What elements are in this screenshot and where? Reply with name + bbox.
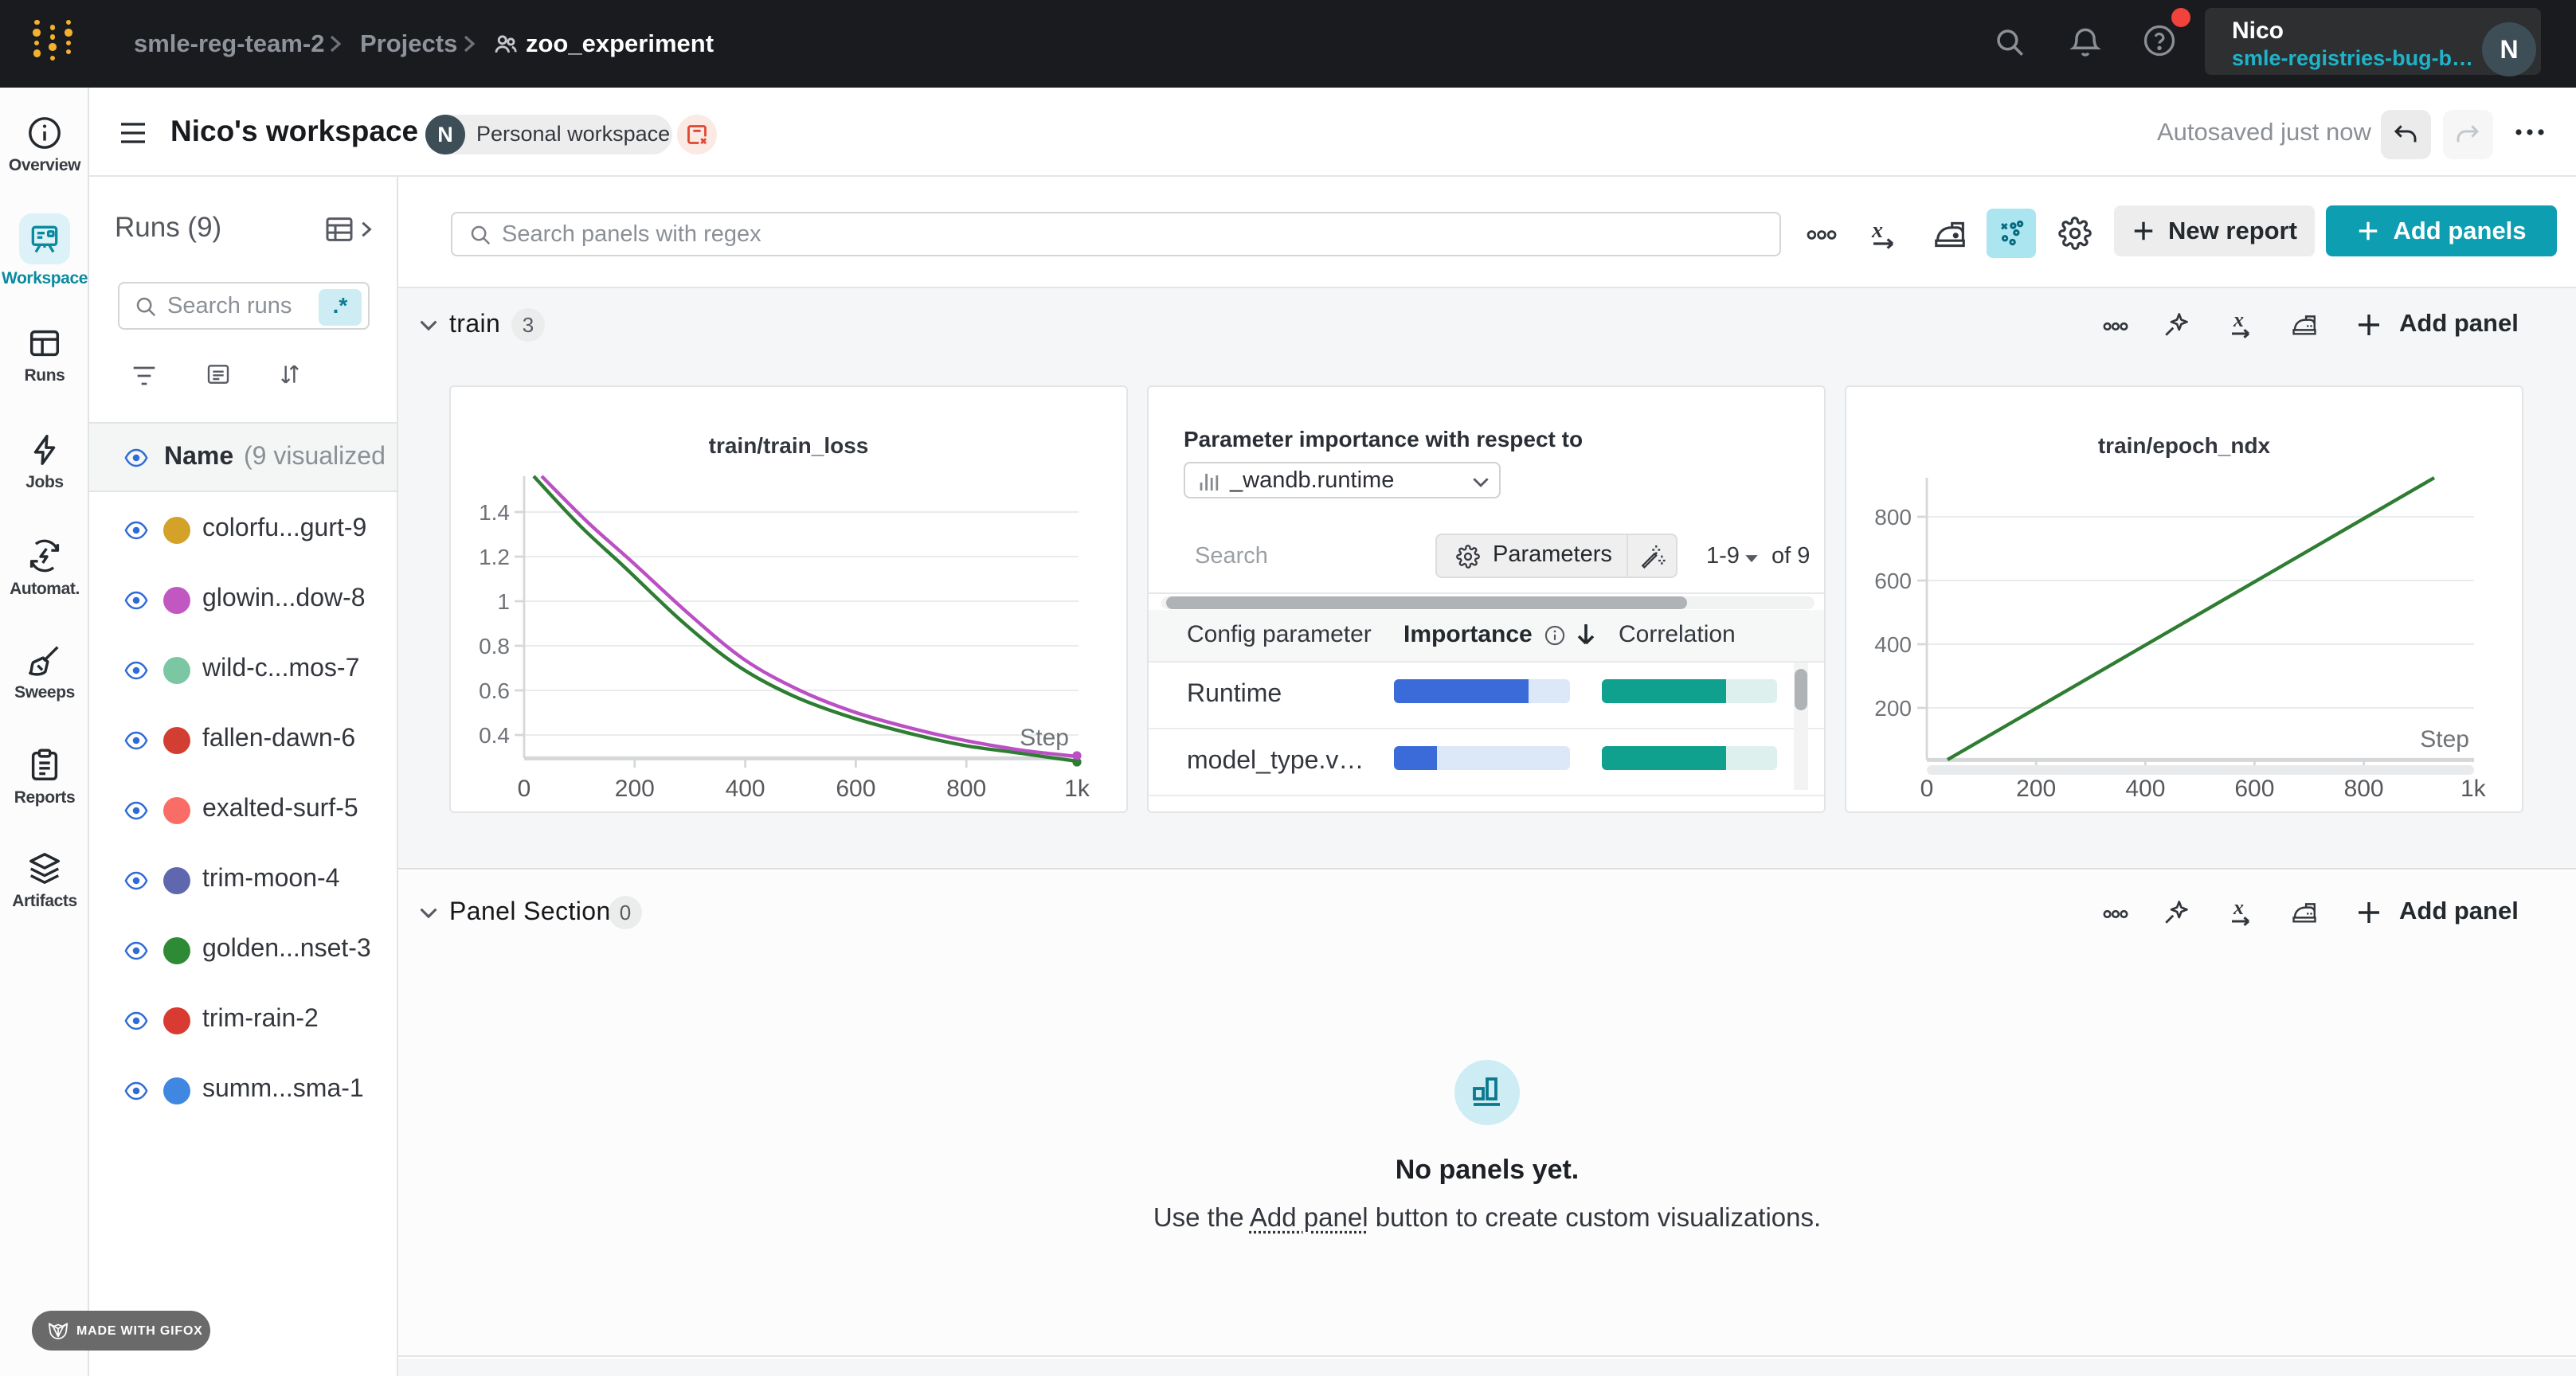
svg-text:400: 400 xyxy=(726,776,765,802)
svg-text:200: 200 xyxy=(615,776,655,802)
svg-text:600: 600 xyxy=(1874,569,1912,593)
svg-text:1k: 1k xyxy=(2461,776,2487,802)
svg-text:0: 0 xyxy=(1920,776,1934,802)
svg-text:0.6: 0.6 xyxy=(479,678,510,703)
svg-text:0.4: 0.4 xyxy=(479,723,510,748)
svg-text:400: 400 xyxy=(1874,632,1912,657)
svg-text:400: 400 xyxy=(2125,776,2165,802)
svg-text:Step: Step xyxy=(1020,725,1069,751)
svg-text:x: x xyxy=(2233,311,2244,331)
svg-text:1.4: 1.4 xyxy=(479,500,510,525)
svg-text:1.2: 1.2 xyxy=(479,545,510,569)
svg-text:800: 800 xyxy=(946,776,986,802)
svg-text:800: 800 xyxy=(2344,776,2384,802)
svg-text:600: 600 xyxy=(2234,776,2274,802)
svg-text:0.8: 0.8 xyxy=(479,634,510,659)
svg-text:Step: Step xyxy=(2420,726,2469,752)
svg-text:200: 200 xyxy=(2016,776,2056,802)
svg-text:200: 200 xyxy=(1874,696,1912,721)
svg-text:1: 1 xyxy=(497,589,510,614)
svg-text:1k: 1k xyxy=(1064,776,1090,802)
svg-text:0: 0 xyxy=(518,776,531,802)
svg-text:600: 600 xyxy=(836,776,875,802)
svg-text:x: x xyxy=(2233,898,2244,919)
svg-text:800: 800 xyxy=(1874,505,1912,530)
svg-text:x: x xyxy=(1871,218,1883,243)
